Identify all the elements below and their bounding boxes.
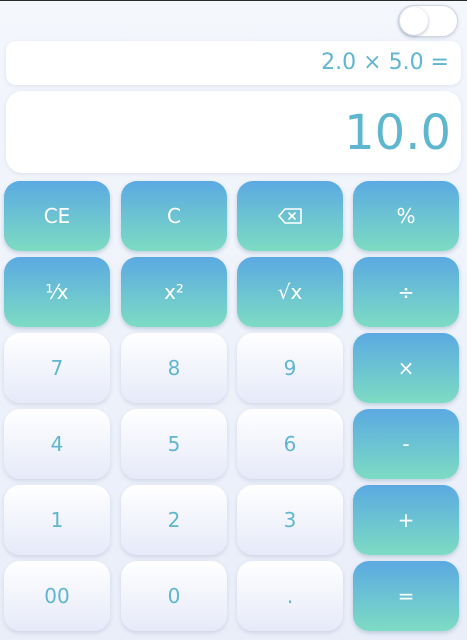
digit-2-button[interactable]: 2 xyxy=(121,485,227,555)
decimal-point-button[interactable]: . xyxy=(237,561,343,631)
square-root-button[interactable]: √x xyxy=(237,257,343,327)
theme-toggle[interactable] xyxy=(398,5,458,37)
digit-3-button[interactable]: 3 xyxy=(237,485,343,555)
digit-1-button[interactable]: 1 xyxy=(4,485,110,555)
divide-button[interactable]: ÷ xyxy=(353,257,459,327)
digit-0-button[interactable]: 0 xyxy=(121,561,227,631)
backspace-button[interactable] xyxy=(237,181,343,251)
backspace-icon xyxy=(277,207,303,225)
result-text: 10.0 xyxy=(344,105,451,161)
multiply-button[interactable]: × xyxy=(353,333,459,403)
digit-7-button[interactable]: 7 xyxy=(4,333,110,403)
clear-button[interactable]: C xyxy=(121,181,227,251)
digit-5-button[interactable]: 5 xyxy=(121,409,227,479)
digit-9-button[interactable]: 9 xyxy=(237,333,343,403)
digit-6-button[interactable]: 6 xyxy=(237,409,343,479)
digit-8-button[interactable]: 8 xyxy=(121,333,227,403)
digit-4-button[interactable]: 4 xyxy=(4,409,110,479)
add-button[interactable]: + xyxy=(353,485,459,555)
result-display: 10.0 xyxy=(6,91,461,173)
double-zero-button[interactable]: 00 xyxy=(4,561,110,631)
expression-text: 2.0 × 5.0 = xyxy=(321,50,449,75)
expression-display: 2.0 × 5.0 = xyxy=(6,41,461,85)
equals-button[interactable]: = xyxy=(353,561,459,631)
window-top-border xyxy=(0,0,467,1)
clear-entry-button[interactable]: CE xyxy=(4,181,110,251)
percent-button[interactable]: % xyxy=(353,181,459,251)
subtract-button[interactable]: - xyxy=(353,409,459,479)
toggle-knob[interactable] xyxy=(400,7,428,35)
square-button[interactable]: x² xyxy=(121,257,227,327)
reciprocal-button[interactable]: ⅟x xyxy=(4,257,110,327)
